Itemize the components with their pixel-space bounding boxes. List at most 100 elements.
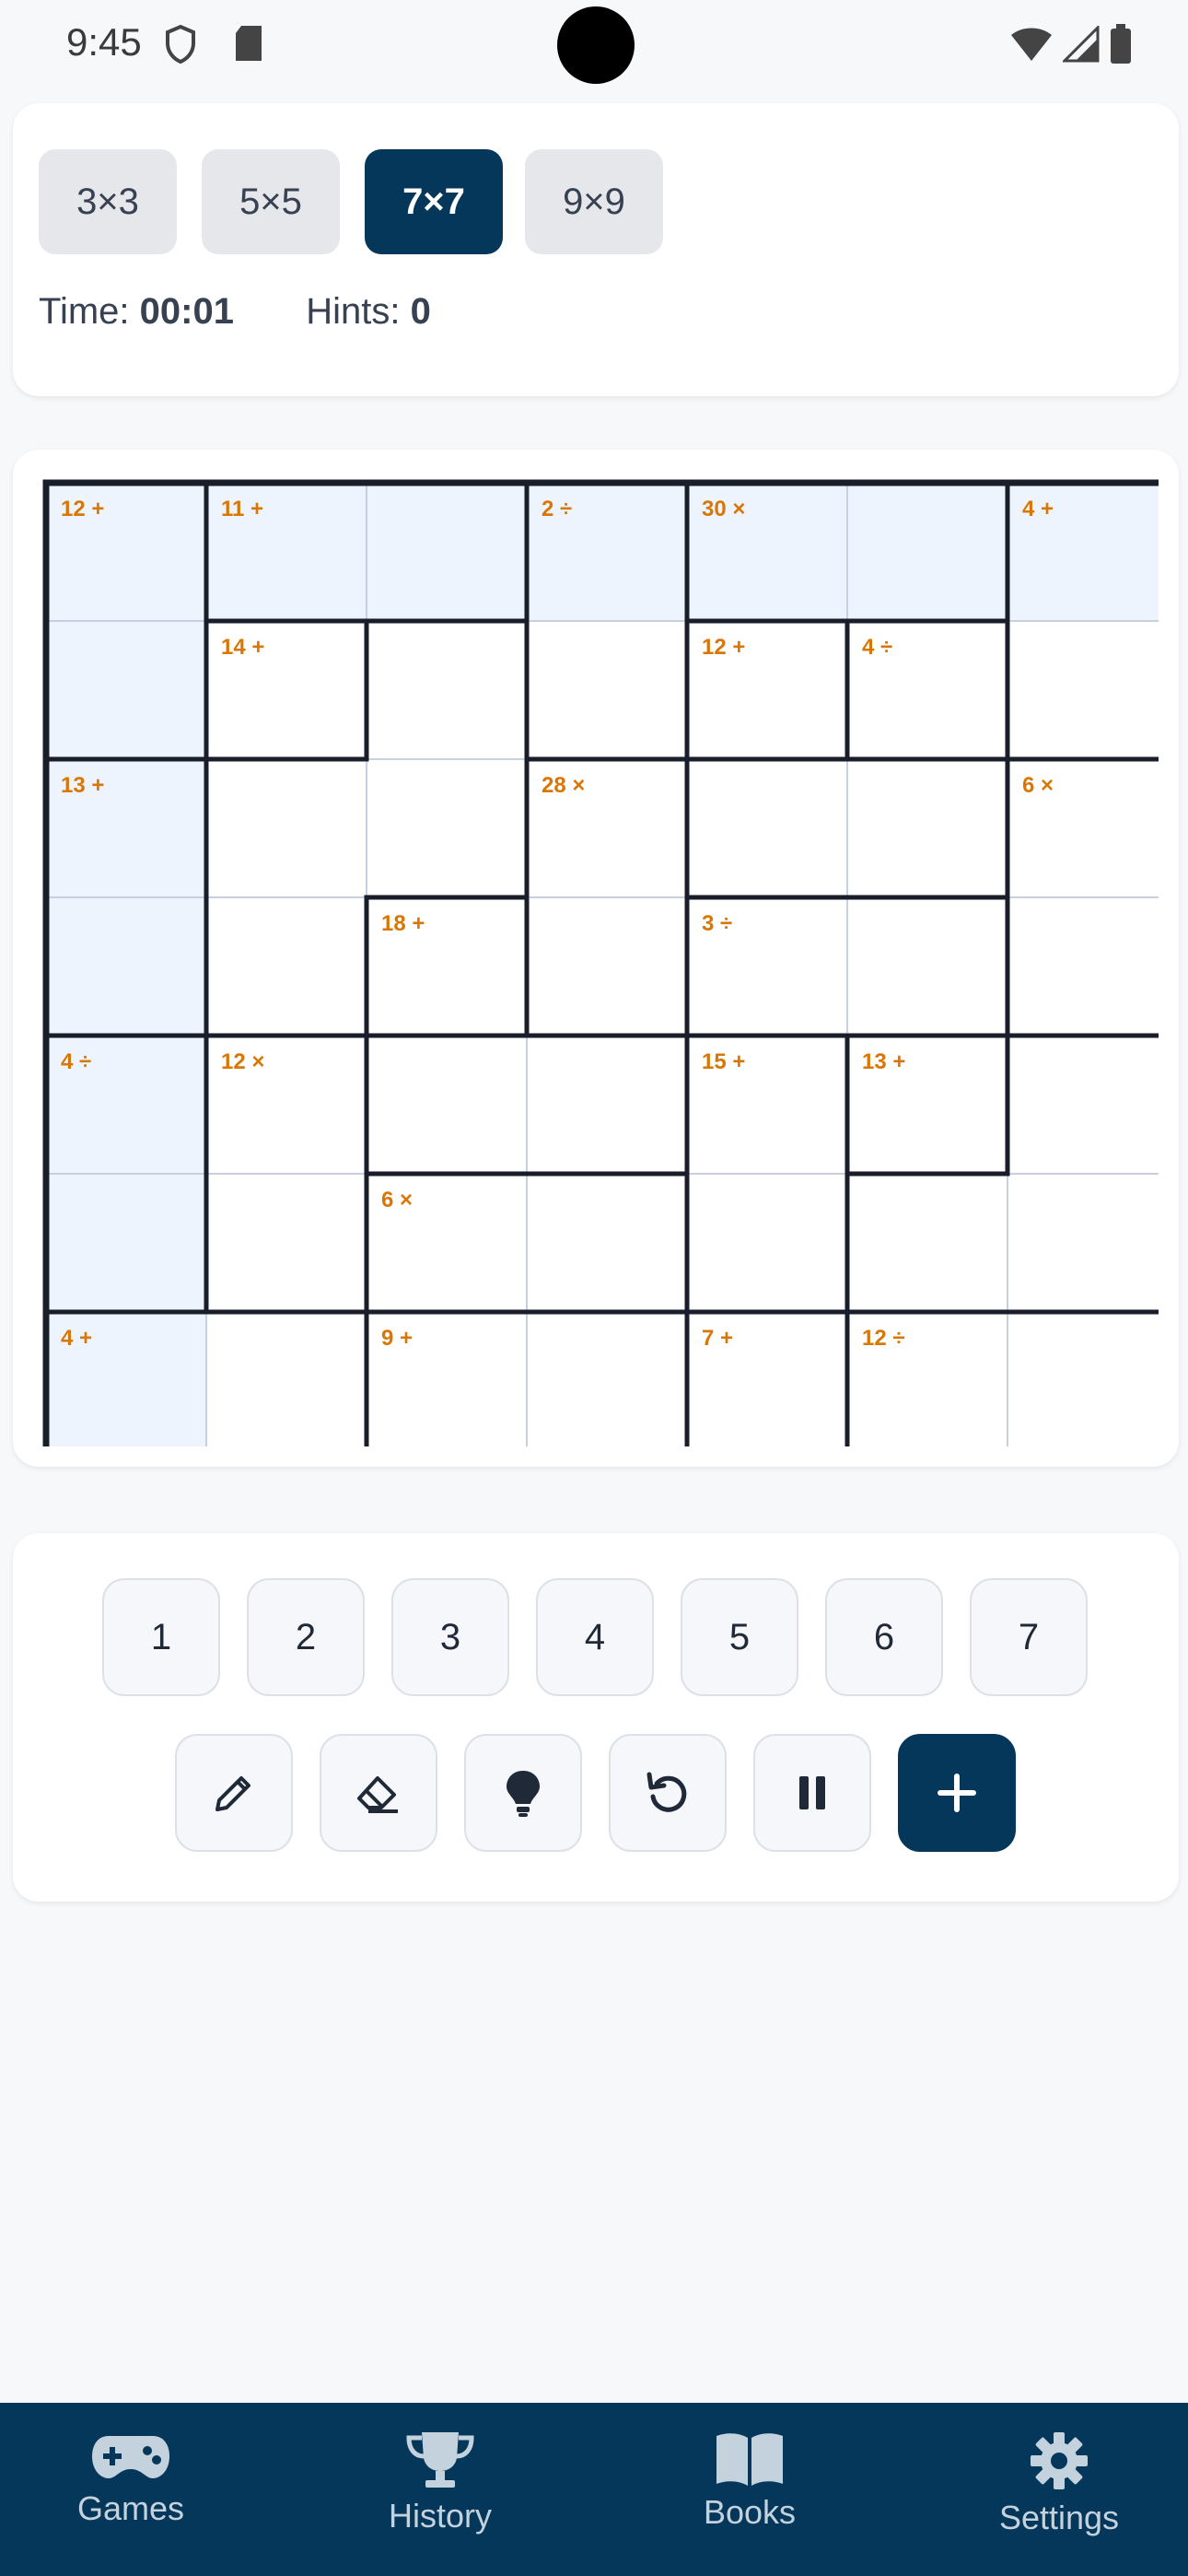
trophy-icon — [406, 2432, 474, 2488]
controls-card: 1 2 3 4 5 6 7 — [13, 1533, 1179, 1902]
hints-label: Hints: — [306, 291, 401, 332]
number-1-button[interactable]: 1 — [102, 1578, 220, 1696]
board-cell[interactable] — [206, 1312, 367, 1446]
cage-label: 14 + — [221, 635, 264, 660]
wifi-icon — [1011, 28, 1052, 61]
board-cell[interactable] — [206, 1174, 367, 1312]
board-cell[interactable] — [847, 759, 1007, 897]
nav-games[interactable]: Games — [11, 2403, 250, 2576]
undo-button[interactable] — [609, 1734, 727, 1852]
pencil-icon — [215, 1776, 250, 1811]
board-cell[interactable] — [1007, 1036, 1159, 1174]
undo-icon — [646, 1772, 687, 1812]
game-options-card: 3×3 5×5 7×7 9×9 Time: 00:01 Hints: 0 — [13, 103, 1179, 396]
number-5-button[interactable]: 5 — [681, 1578, 798, 1696]
book-icon — [716, 2433, 783, 2486]
cage-label: 13 + — [862, 1049, 905, 1074]
cage-label: 11 + — [221, 497, 263, 521]
board-cell[interactable] — [1007, 1312, 1159, 1446]
hint-button[interactable] — [464, 1734, 582, 1852]
cage-label: 6 × — [1022, 773, 1054, 798]
board-cell[interactable] — [206, 897, 367, 1036]
board-cell[interactable] — [1007, 897, 1159, 1036]
cage-label: 12 × — [221, 1049, 264, 1074]
cage-label: 4 ÷ — [61, 1049, 91, 1074]
cage-label: 2 ÷ — [542, 497, 572, 521]
size-3x3-button[interactable]: 3×3 — [39, 149, 177, 254]
size-9x9-button[interactable]: 9×9 — [525, 149, 663, 254]
board-cell[interactable] — [847, 483, 1007, 621]
board-cell[interactable] — [527, 1312, 687, 1446]
board-cell[interactable] — [687, 1174, 847, 1312]
status-bar: 9:45 — [0, 0, 1188, 92]
cage-label: 3 ÷ — [702, 911, 732, 936]
pencil-button[interactable] — [175, 1734, 293, 1852]
kenken-board[interactable]: 12 + 11 + 2 ÷ 30 × 4 + 14 + 12 + 4 ÷ 13 + 28 × 6 ×… — [33, 470, 1159, 1446]
nav-history[interactable]: History — [320, 2403, 560, 2576]
nav-games-label: Games — [76, 2489, 185, 2527]
lightbulb-icon — [507, 1771, 540, 1817]
status-time: 9:45 — [66, 20, 142, 64]
cage-label: 18 + — [381, 911, 425, 936]
nav-books-label: Books — [703, 2493, 797, 2531]
shield-icon — [166, 24, 195, 64]
pause-button[interactable] — [753, 1734, 871, 1852]
game-info: Time: 00:01 Hints: 0 — [39, 291, 431, 333]
board-cell[interactable] — [206, 759, 367, 897]
bottom-navigation: Games History Books Settings — [0, 2403, 1188, 2576]
board-cell[interactable] — [46, 621, 206, 759]
board-cell[interactable] — [367, 483, 527, 621]
board-cell[interactable] — [1007, 1174, 1159, 1312]
gamepad-icon — [92, 2436, 169, 2478]
board-cell[interactable] — [46, 1174, 206, 1312]
cage-label: 12 + — [61, 497, 104, 521]
number-4-button[interactable]: 4 — [536, 1578, 654, 1696]
nav-history-label: History — [388, 2497, 492, 2535]
cage-label: 4 ÷ — [862, 635, 892, 660]
board-cell[interactable] — [46, 897, 206, 1036]
number-3-button[interactable]: 3 — [391, 1578, 509, 1696]
board-cell[interactable] — [527, 1174, 687, 1312]
cage-label: 15 + — [702, 1049, 745, 1074]
nav-books[interactable]: Books — [630, 2403, 869, 2576]
nav-settings-label: Settings — [998, 2499, 1120, 2536]
nav-settings[interactable]: Settings — [939, 2403, 1179, 2576]
size-7x7-button[interactable]: 7×7 — [365, 149, 503, 254]
new-game-button[interactable] — [898, 1734, 1016, 1852]
cage-label: 9 + — [381, 1326, 413, 1351]
cage-label: 30 × — [702, 497, 745, 521]
board-cell[interactable] — [527, 1036, 687, 1174]
board-cell[interactable] — [527, 897, 687, 1036]
board-card: 12 + 11 + 2 ÷ 30 × 4 + 14 + 12 + 4 ÷ 13 + 28 × 6 ×… — [13, 450, 1179, 1467]
board-cell[interactable] — [847, 897, 1007, 1036]
cage-label: 12 + — [702, 635, 745, 660]
plus-icon — [938, 1774, 976, 1812]
gear-icon — [1031, 2432, 1088, 2489]
board-cell[interactable] — [367, 621, 527, 759]
eraser-button[interactable] — [320, 1734, 437, 1852]
board-cell[interactable] — [367, 1036, 527, 1174]
battery-icon — [1111, 24, 1131, 64]
cage-label: 7 + — [702, 1326, 733, 1351]
cage-label: 6 × — [381, 1188, 413, 1212]
cage-label: 4 + — [61, 1326, 92, 1351]
board-cell[interactable] — [527, 621, 687, 759]
time-label: Time: — [39, 291, 130, 332]
board-cell[interactable] — [847, 1174, 1007, 1312]
cage-label: 28 × — [542, 773, 585, 798]
signal-icon — [1063, 26, 1100, 63]
time-value: 00:01 — [139, 291, 234, 332]
size-5x5-button[interactable]: 5×5 — [202, 149, 340, 254]
board-cell[interactable] — [687, 759, 847, 897]
cage-label: 12 ÷ — [862, 1326, 905, 1351]
number-6-button[interactable]: 6 — [825, 1578, 943, 1696]
cage-label: 4 + — [1022, 497, 1054, 521]
cage-label: 13 + — [61, 773, 104, 798]
board-cell[interactable] — [1007, 621, 1159, 759]
camera-cutout — [557, 6, 635, 84]
number-7-button[interactable]: 7 — [970, 1578, 1088, 1696]
sd-card-icon — [236, 26, 262, 61]
number-2-button[interactable]: 2 — [247, 1578, 365, 1696]
pause-icon — [799, 1776, 825, 1809]
board-cell[interactable] — [367, 759, 527, 897]
